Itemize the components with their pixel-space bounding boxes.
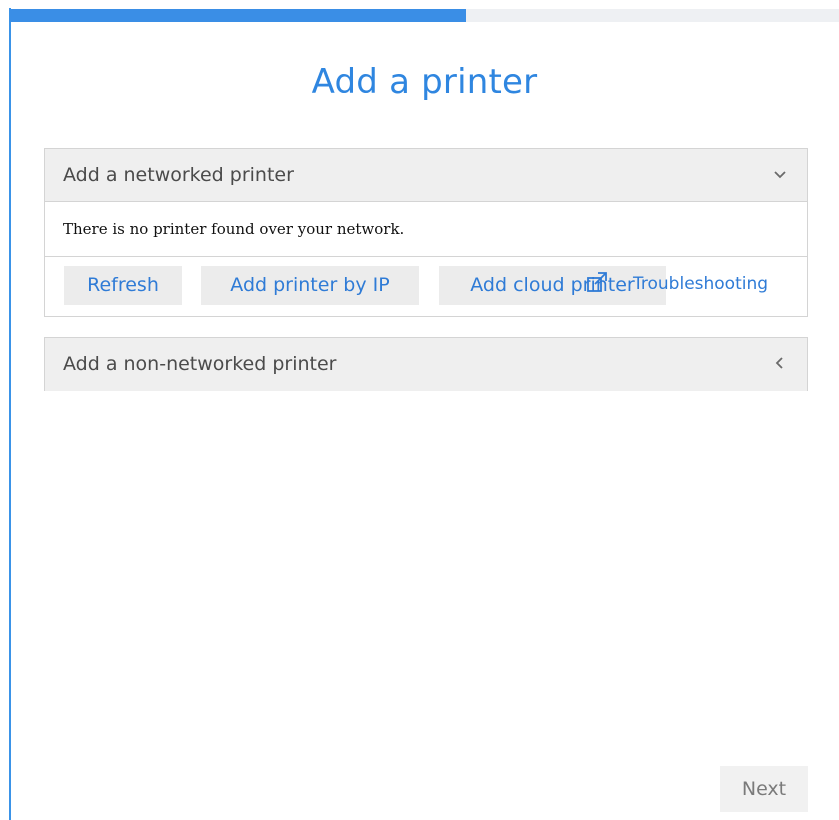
add-printer-by-ip-button[interactable]: Add printer by IP: [201, 266, 419, 305]
networked-actions-row: Refresh Add printer by IP Add cloud prin…: [45, 257, 807, 316]
next-button[interactable]: Next: [720, 766, 808, 812]
no-printer-message: There is no printer found over your netw…: [63, 220, 405, 238]
add-printer-window: Add a printer Add a networked printer Th…: [0, 0, 839, 820]
wizard-progress-bar: [10, 9, 839, 22]
page-title: Add a printer: [311, 62, 538, 102]
chevron-left-icon: [775, 357, 783, 369]
external-link-icon: [587, 272, 607, 292]
chevron-down-icon: [774, 171, 786, 179]
no-printer-message-row: There is no printer found over your netw…: [45, 202, 807, 257]
non-networked-printer-panel: Add a non-networked printer: [44, 337, 808, 391]
add-cloud-printer-button[interactable]: Add cloud printer: [439, 266, 666, 305]
refresh-button[interactable]: Refresh: [64, 266, 182, 305]
networked-printer-header-label: Add a networked printer: [63, 164, 294, 186]
wizard-progress-fill: [10, 9, 466, 22]
networked-printer-panel: Add a networked printer There is no prin…: [44, 148, 808, 317]
troubleshooting-label: Troubleshooting: [633, 274, 769, 294]
non-networked-printer-header[interactable]: Add a non-networked printer: [45, 338, 807, 391]
window-left-border: [9, 8, 11, 820]
non-networked-printer-header-label: Add a non-networked printer: [63, 353, 337, 375]
networked-printer-header[interactable]: Add a networked printer: [45, 149, 807, 202]
